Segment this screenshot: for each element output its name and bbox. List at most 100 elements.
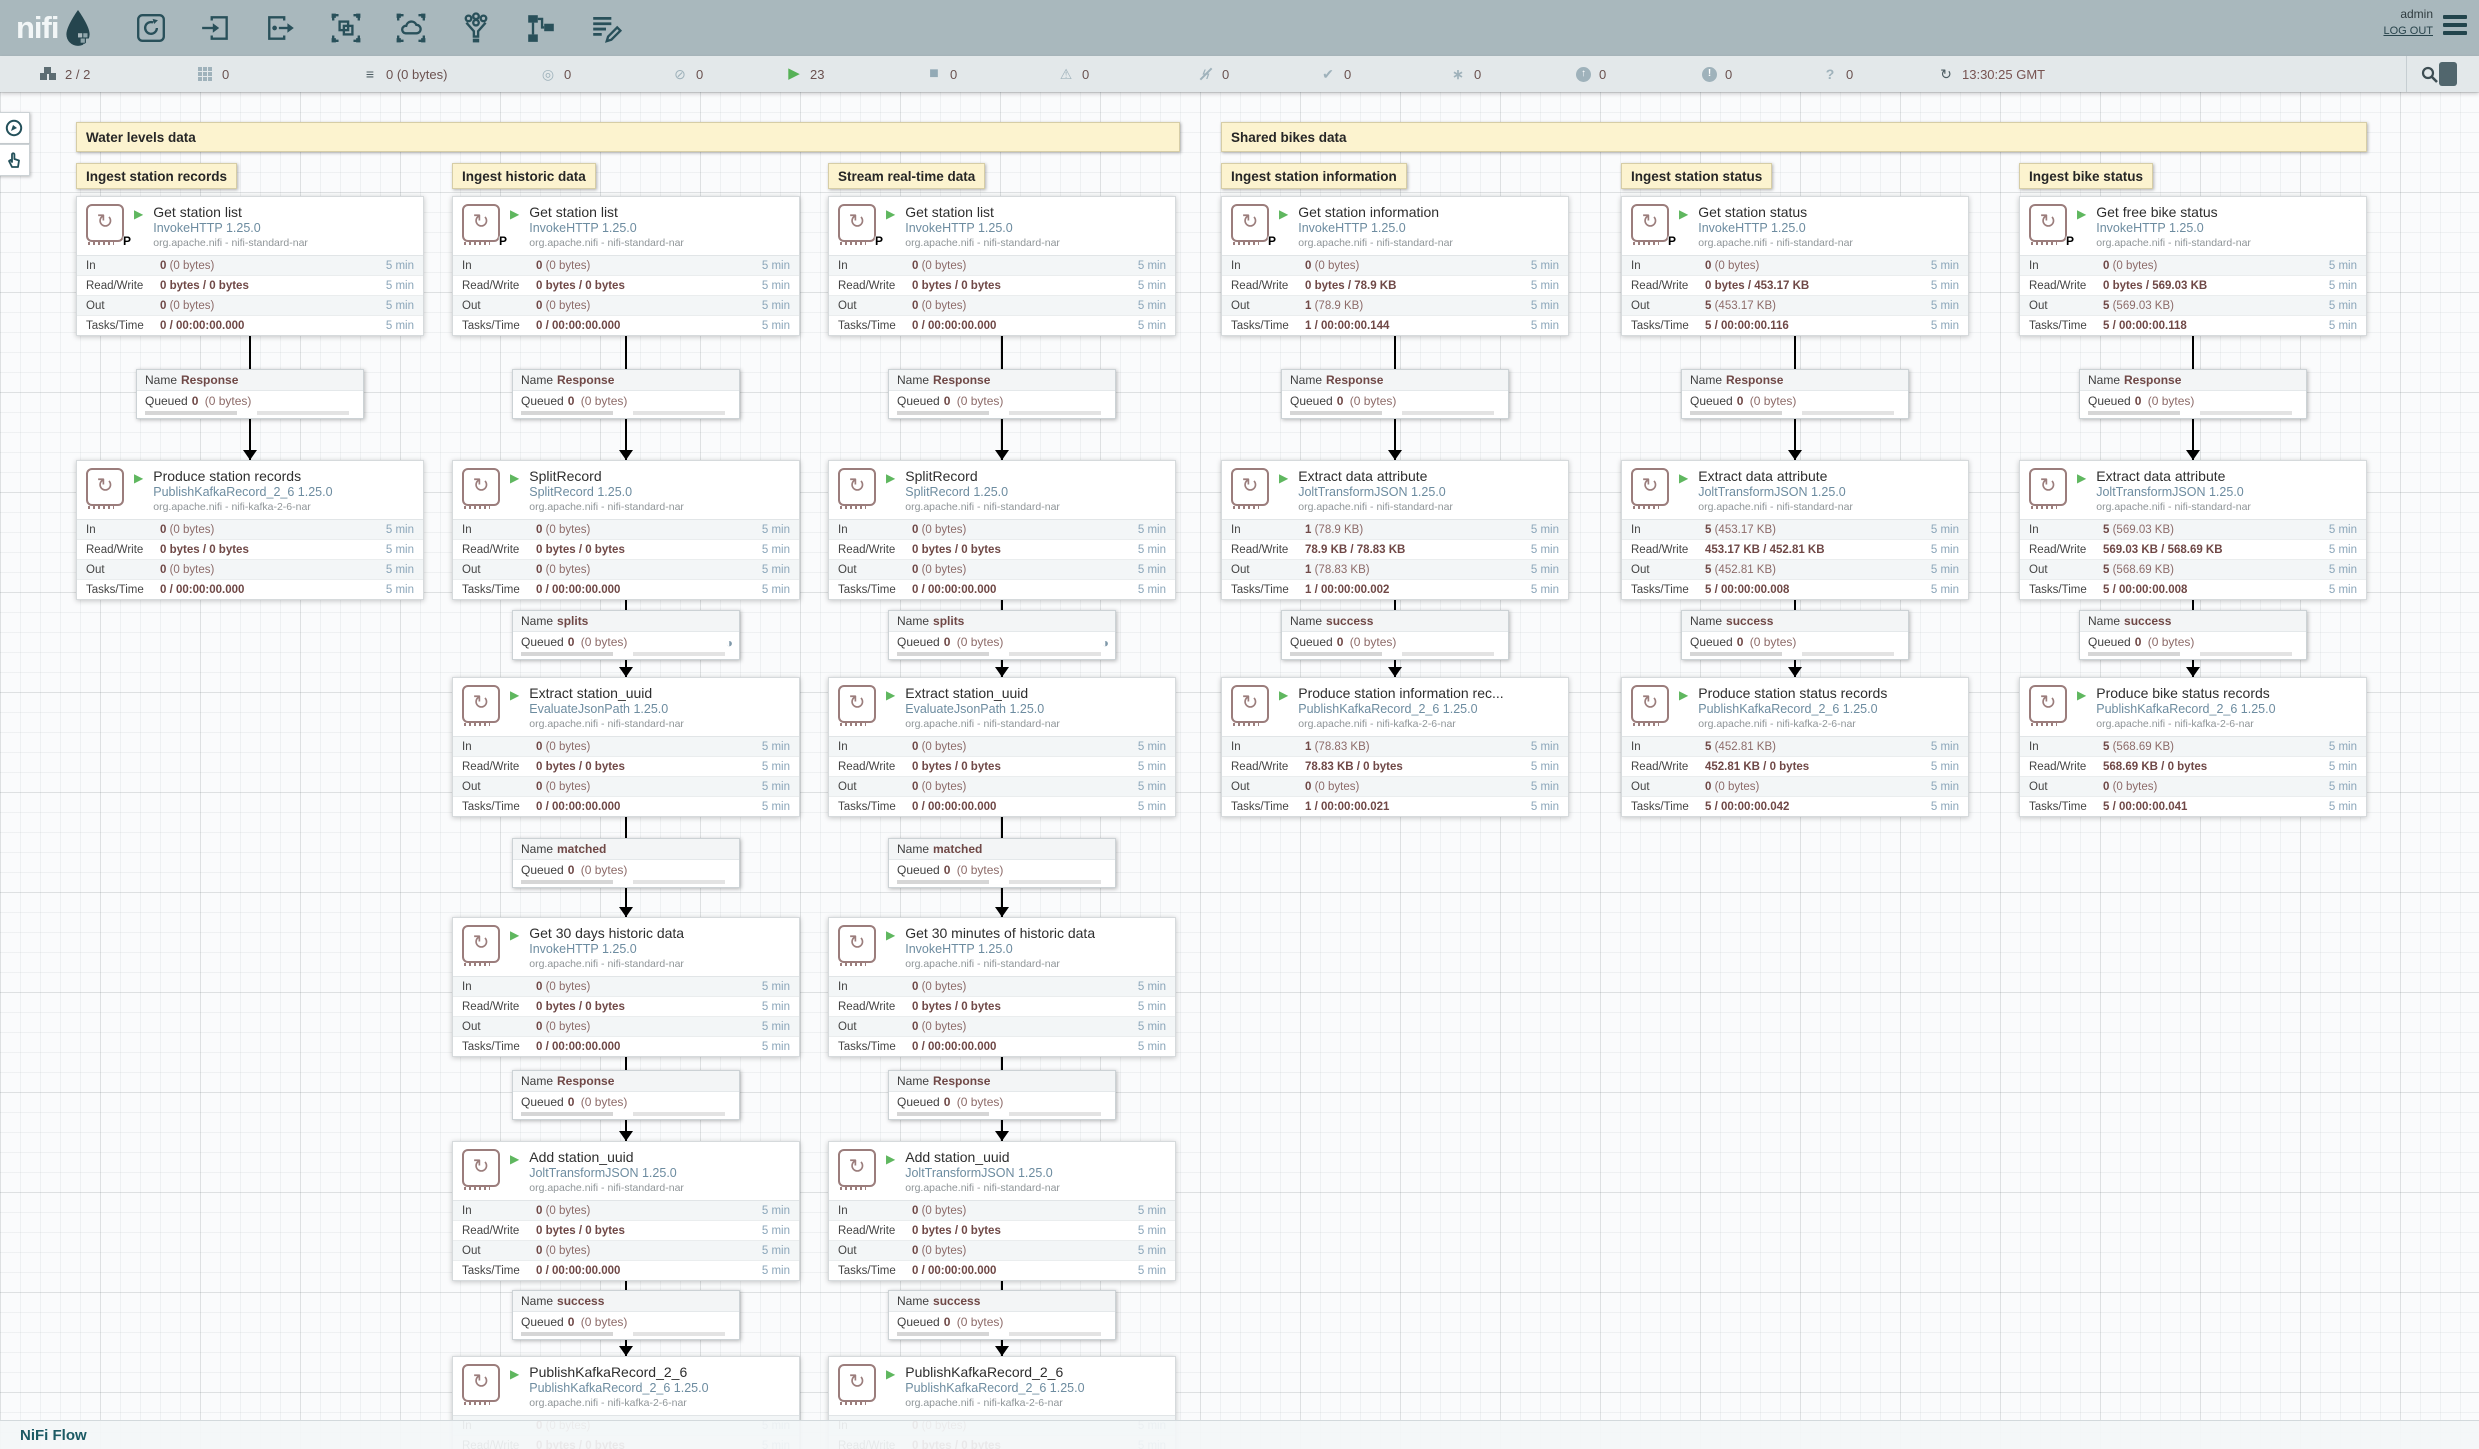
flow-label[interactable]: Ingest station records: [76, 163, 237, 189]
output-port-icon[interactable]: [265, 12, 297, 44]
stat-label: Read/Write: [838, 280, 912, 292]
connection-label[interactable]: NameResponse Queued0 (0 bytes): [2079, 369, 2307, 419]
connection-name: success: [2124, 614, 2171, 628]
connection-label[interactable]: NameResponse Queued0 (0 bytes): [512, 1070, 740, 1120]
processor-type: PublishKafkaRecord_2_6 1.25.0: [1298, 702, 1503, 716]
funnel-icon[interactable]: [460, 12, 492, 44]
connection-label[interactable]: Namematched Queued0 (0 bytes): [888, 838, 1116, 888]
connection-label[interactable]: Namesplits Queued0 (0 bytes) ◑: [512, 610, 740, 660]
stat-row: Out 1 (78.83 KB) 5 min: [1222, 559, 1568, 579]
stat-row: In 0 (0 bytes) 5 min: [453, 737, 799, 756]
processor[interactable]: ↻P ▶ Get station list InvokeHTTP 1.25.0 …: [828, 196, 1176, 336]
stat-value-detail: (0 bytes): [166, 260, 214, 272]
connection-label[interactable]: Namesuccess Queued0 (0 bytes): [2079, 610, 2307, 660]
group-label[interactable]: Shared bikes data: [1221, 122, 2367, 152]
processor[interactable]: ↻ ▶ Produce station records PublishKafka…: [76, 460, 424, 600]
processor[interactable]: ↻P ▶ Get free bike status InvokeHTTP 1.2…: [2019, 196, 2367, 336]
stat-row: Tasks/Time 0 / 00:00:00.000 5 min: [829, 1260, 1175, 1280]
processor[interactable]: ↻P ▶ Get station information InvokeHTTP …: [1221, 196, 1569, 336]
connection-label[interactable]: Namesuccess Queued0 (0 bytes): [512, 1290, 740, 1340]
processor[interactable]: ↻P ▶ Get station list InvokeHTTP 1.25.0 …: [76, 196, 424, 336]
remote-process-group-icon[interactable]: [395, 12, 427, 44]
processor[interactable]: ↻ ▶ Get 30 minutes of historic data Invo…: [828, 917, 1176, 1057]
processor-type-icon: ↻: [86, 468, 124, 506]
processor-stats: In 0 (0 bytes) 5 min Read/Write 0 bytes …: [2020, 255, 2366, 335]
stat-value: 0 / 00:00:00.000: [912, 584, 996, 596]
stat-window: 5 min: [1120, 300, 1166, 312]
connection-label[interactable]: Namesuccess Queued0 (0 bytes): [1281, 610, 1509, 660]
logout-link[interactable]: LOG OUT: [2383, 25, 2433, 37]
processor[interactable]: ↻ ▶ Get 30 days historic data InvokeHTTP…: [452, 917, 800, 1057]
search-button[interactable]: [2406, 56, 2451, 92]
processor-type-icon: ↻: [838, 925, 876, 963]
operate-palette-button[interactable]: [0, 144, 30, 176]
processor[interactable]: ↻ ▶ Produce station information rec... P…: [1221, 677, 1569, 817]
processor[interactable]: ↻ ▶ Extract station_uuid EvaluateJsonPat…: [452, 677, 800, 817]
global-menu-button[interactable]: [2443, 15, 2467, 39]
flow-label[interactable]: Ingest historic data: [452, 163, 596, 189]
stat-window: 5 min: [1120, 1245, 1166, 1257]
processor[interactable]: ↻ ▶ Extract data attribute JoltTransform…: [1621, 460, 1969, 600]
connection-label[interactable]: Namematched Queued0 (0 bytes): [512, 838, 740, 888]
navigate-palette-button[interactable]: [0, 112, 30, 144]
refresh-icon[interactable]: ↻: [1938, 66, 1954, 82]
flow-label[interactable]: Ingest station status: [1621, 163, 1772, 189]
breadcrumb[interactable]: NiFi Flow: [20, 1427, 87, 1444]
processor[interactable]: ↻P ▶ Get station status InvokeHTTP 1.25.…: [1621, 196, 1969, 336]
flow-label[interactable]: Ingest bike status: [2019, 163, 2153, 189]
stat-row: Tasks/Time 1 / 00:00:00.002 5 min: [1222, 579, 1568, 599]
flow-label[interactable]: Ingest station information: [1221, 163, 1407, 189]
queue-percent-bar: [897, 411, 989, 415]
input-port-icon[interactable]: [200, 12, 232, 44]
flow-label[interactable]: Stream real-time data: [828, 163, 985, 189]
processor-name: Get free bike status: [2096, 204, 2251, 220]
processor[interactable]: ↻P ▶ Get station list InvokeHTTP 1.25.0 …: [452, 196, 800, 336]
processor-icon[interactable]: [135, 12, 167, 44]
stat-value-detail: (0 bytes): [166, 300, 214, 312]
connection-label[interactable]: NameResponse Queued0 (0 bytes): [1281, 369, 1509, 419]
processor[interactable]: ↻ ▶ Extract station_uuid EvaluateJsonPat…: [828, 677, 1176, 817]
stat-label: In: [2029, 524, 2103, 536]
stat-label: Tasks/Time: [86, 584, 160, 596]
processor[interactable]: ↻ ▶ Produce station status records Publi…: [1621, 677, 1969, 817]
queue-size-bar: [1402, 411, 1494, 415]
connection-label[interactable]: NameResponse Queued0 (0 bytes): [136, 369, 364, 419]
stat-window: 5 min: [368, 564, 414, 576]
connection-label[interactable]: NameResponse Queued0 (0 bytes): [888, 369, 1116, 419]
stat-row: Tasks/Time 1 / 00:00:00.144 5 min: [1222, 315, 1568, 335]
processor[interactable]: ↻ ▶ Extract data attribute JoltTransform…: [1221, 460, 1569, 600]
processor[interactable]: ↻ ▶ Add station_uuid JoltTransformJSON 1…: [452, 1141, 800, 1281]
stat-row: Read/Write 569.03 KB / 568.69 KB 5 min: [2020, 539, 2366, 559]
stat-window: 5 min: [1120, 761, 1166, 773]
group-label[interactable]: Water levels data: [76, 122, 1180, 152]
connection-label[interactable]: NameResponse Queued0 (0 bytes): [888, 1070, 1116, 1120]
connection-label[interactable]: NameResponse Queued0 (0 bytes): [1681, 369, 1909, 419]
stat-label: In: [462, 981, 536, 993]
stat-value: 5 / 00:00:00.041: [2103, 801, 2187, 813]
processor[interactable]: ↻ ▶ Produce bike status records PublishK…: [2019, 677, 2367, 817]
stat-window: 5 min: [744, 1205, 790, 1217]
stat-value: 453.17 KB / 452.81 KB: [1705, 544, 1825, 556]
process-group-icon[interactable]: [330, 12, 362, 44]
stat-window: 5 min: [744, 320, 790, 332]
connection-label[interactable]: Namesuccess Queued0 (0 bytes): [1681, 610, 1909, 660]
processor[interactable]: ↻ ▶ SplitRecord SplitRecord 1.25.0 org.a…: [828, 460, 1176, 600]
connection-label[interactable]: Namesuccess Queued0 (0 bytes): [888, 1290, 1116, 1340]
stat-value: 1 / 00:00:00.021: [1305, 801, 1389, 813]
processor[interactable]: ↻ ▶ Add station_uuid JoltTransformJSON 1…: [828, 1141, 1176, 1281]
processor-type-icon: ↻: [2029, 685, 2067, 723]
connection-label[interactable]: Namesplits Queued0 (0 bytes) ◑: [888, 610, 1116, 660]
queue-size-bar: [633, 411, 725, 415]
connection-label[interactable]: NameResponse Queued0 (0 bytes): [512, 369, 740, 419]
stat-value: 0 / 00:00:00.000: [536, 584, 620, 596]
template-icon[interactable]: [525, 12, 557, 44]
processor[interactable]: ↻ ▶ SplitRecord SplitRecord 1.25.0 org.a…: [452, 460, 800, 600]
queued-size: (0 bytes): [2144, 635, 2194, 649]
flow-canvas[interactable]: Water levels data Shared bikes data Ingest…: [0, 92, 2479, 1449]
stat-label: Out: [838, 300, 912, 312]
processor[interactable]: ↻ ▶ Extract data attribute JoltTransform…: [2019, 460, 2367, 600]
label-icon[interactable]: [590, 12, 622, 44]
queue-percent-bar: [1290, 652, 1382, 656]
stat-value-detail: (0 bytes): [918, 741, 966, 753]
stat-window: 5 min: [1513, 564, 1559, 576]
